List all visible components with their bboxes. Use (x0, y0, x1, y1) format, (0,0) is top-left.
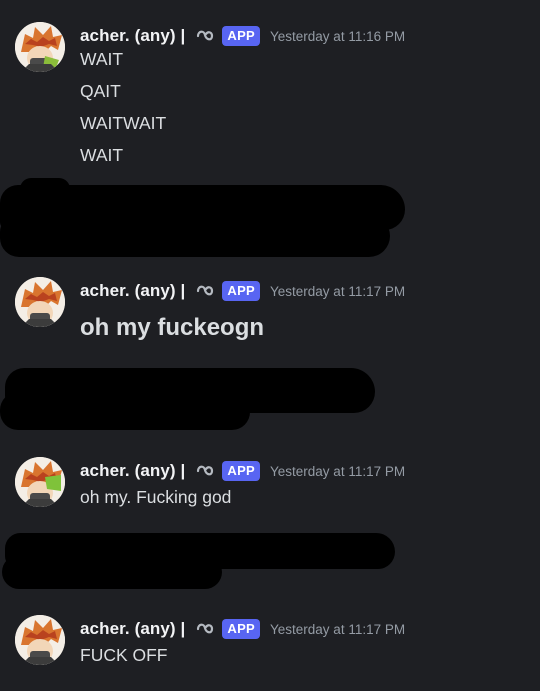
app-badge: APP (222, 281, 261, 301)
message-line: WAITWAIT (80, 113, 167, 133)
message-content: oh my. Fucking god (80, 487, 231, 519)
username[interactable]: acher. (any) | (80, 619, 185, 639)
app-badge: APP (222, 26, 261, 46)
message-line: oh my fuckeogn (80, 314, 265, 341)
infinity-loop-icon (194, 25, 216, 47)
message-timestamp[interactable]: Yesterday at 11:17 PM (270, 284, 405, 299)
redaction-block (0, 392, 250, 430)
redaction-block (20, 178, 70, 200)
avatar[interactable] (15, 22, 65, 72)
message-header: acher. (any) | APP Yesterday at 11:17 PM (80, 279, 405, 303)
message-line: FUCK OFF (80, 645, 168, 665)
message-header: acher. (any) | APP Yesterday at 11:16 PM (80, 24, 405, 48)
message-content: FUCK OFF (80, 645, 168, 677)
infinity-loop-icon (194, 280, 216, 302)
infinity-loop-icon (194, 618, 216, 640)
message-line: QAIT (80, 81, 121, 101)
avatar[interactable] (15, 277, 65, 327)
chat-log: acher. (any) | APP Yesterday at 11:16 PM… (0, 0, 540, 691)
message-line: oh my. Fucking god (80, 487, 232, 507)
message-content: oh my fuckeogn (80, 314, 264, 350)
app-badge: APP (222, 619, 261, 639)
username[interactable]: acher. (any) | (80, 461, 185, 481)
app-badge: APP (222, 461, 261, 481)
infinity-loop-icon (194, 460, 216, 482)
redaction-block (2, 555, 222, 589)
username[interactable]: acher. (any) | (80, 26, 185, 46)
message-timestamp[interactable]: Yesterday at 11:17 PM (270, 464, 405, 479)
username[interactable]: acher. (any) | (80, 281, 185, 301)
message-content: WAIT QAIT WAITWAIT WAIT (80, 49, 166, 177)
avatar[interactable] (15, 615, 65, 665)
message-timestamp[interactable]: Yesterday at 11:16 PM (270, 29, 405, 44)
message-header: acher. (any) | APP Yesterday at 11:17 PM (80, 459, 405, 483)
redaction-block (0, 215, 390, 257)
message-timestamp[interactable]: Yesterday at 11:17 PM (270, 622, 405, 637)
message-line: WAIT (80, 145, 124, 165)
message-line: WAIT (80, 49, 124, 69)
message-header: acher. (any) | APP Yesterday at 11:17 PM (80, 617, 405, 641)
avatar[interactable] (15, 457, 65, 507)
